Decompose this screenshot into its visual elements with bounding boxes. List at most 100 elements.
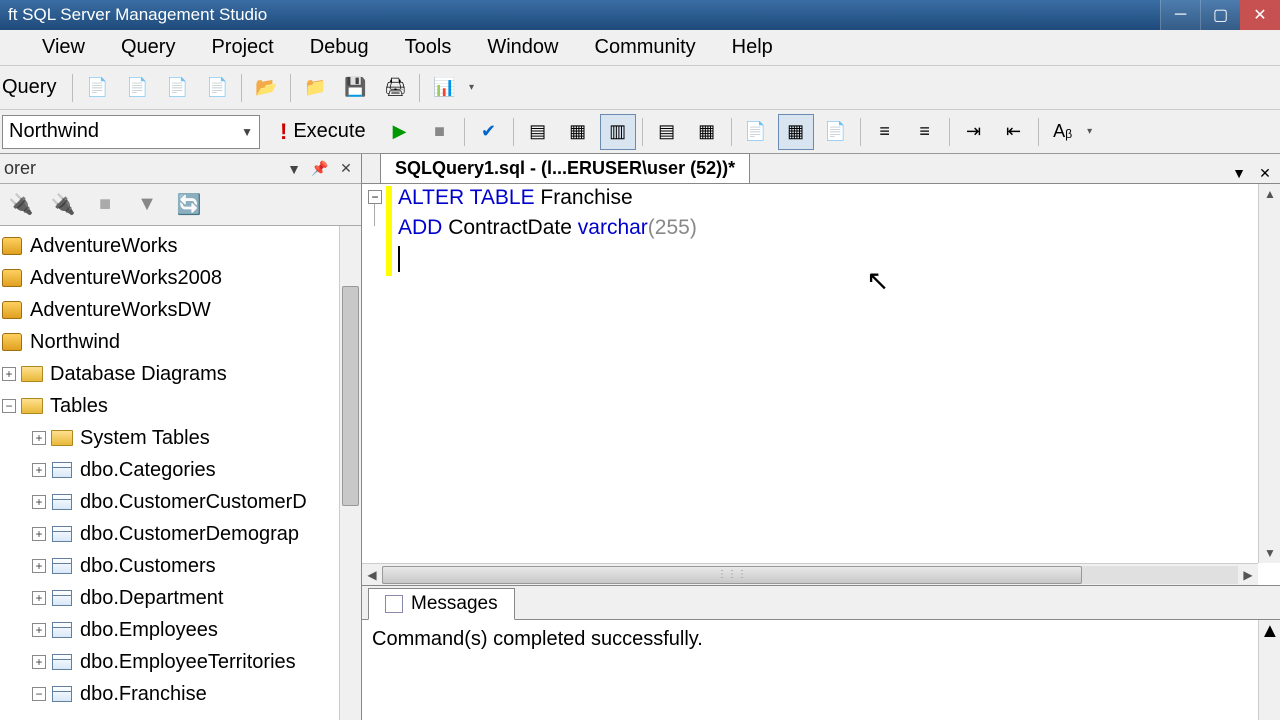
menu-window[interactable]: Window: [469, 30, 576, 65]
messages-icon: [385, 595, 403, 613]
execute-button[interactable]: ! Execute: [270, 115, 376, 149]
scrollbar-thumb[interactable]: [342, 286, 359, 506]
explorer-dropdown-icon[interactable]: ▼: [283, 159, 305, 179]
explorer-vscrollbar[interactable]: [339, 226, 361, 720]
maximize-button[interactable]: ▢: [1200, 0, 1240, 30]
explorer-tree[interactable]: AdventureWorks AdventureWorks2008 Advent…: [0, 226, 361, 720]
menu-view[interactable]: View: [24, 30, 103, 65]
specify-values-icon[interactable]: Aᵦ: [1045, 114, 1081, 150]
table-icon: [52, 558, 72, 574]
messages-vscrollbar[interactable]: ▲: [1258, 620, 1280, 720]
expand-icon[interactable]: +: [32, 495, 46, 509]
scroll-right-icon[interactable]: ▶: [1238, 565, 1258, 585]
expand-icon[interactable]: +: [32, 527, 46, 541]
results-grid-icon[interactable]: ▦: [778, 114, 814, 150]
new-xmla-icon[interactable]: 📄: [199, 70, 235, 106]
query-options-icon[interactable]: ▦: [560, 114, 596, 150]
results-text-icon[interactable]: 📄: [738, 114, 774, 150]
scroll-up-icon[interactable]: ▲: [1260, 184, 1280, 204]
table-item[interactable]: +dbo.Employees: [0, 614, 361, 646]
table-item[interactable]: +dbo.Department: [0, 582, 361, 614]
explorer-toolbar: 🔌 🔌 ■ ▼ 🔄: [0, 184, 361, 226]
menu-help[interactable]: Help: [714, 30, 791, 65]
open-folder-icon[interactable]: 📁: [297, 70, 333, 106]
filter-icon[interactable]: ▼: [130, 188, 164, 222]
new-mdx-icon[interactable]: 📄: [119, 70, 155, 106]
stop-refresh-icon[interactable]: ■: [88, 188, 122, 222]
db-item[interactable]: AdventureWorks: [0, 230, 361, 262]
execute-bang-icon: !: [280, 119, 287, 145]
table-item[interactable]: +dbo.EmployeeTerritories: [0, 646, 361, 678]
expand-icon[interactable]: +: [32, 655, 46, 669]
folder-diagrams[interactable]: +Database Diagrams: [0, 358, 361, 390]
expand-icon[interactable]: +: [32, 559, 46, 573]
display-plan-icon[interactable]: ▤: [520, 114, 556, 150]
database-select[interactable]: Northwind ▼: [2, 115, 260, 149]
explorer-pin-icon[interactable]: 📌: [309, 159, 331, 179]
menu-tools[interactable]: Tools: [387, 30, 470, 65]
include-plan-icon[interactable]: ▤: [649, 114, 685, 150]
scroll-down-icon[interactable]: ▼: [1260, 543, 1280, 563]
fold-collapse-icon[interactable]: −: [368, 190, 382, 204]
menu-query[interactable]: Query: [103, 30, 193, 65]
disconnect-icon[interactable]: 🔌: [46, 188, 80, 222]
editor-vscrollbar[interactable]: ▲ ▼: [1258, 184, 1280, 563]
table-item[interactable]: +dbo.Customers: [0, 550, 361, 582]
folder-tables[interactable]: −Tables: [0, 390, 361, 422]
toolbar-overflow-icon[interactable]: ▾: [464, 70, 478, 106]
toolbar2-overflow-icon[interactable]: ▾: [1083, 114, 1097, 150]
table-item[interactable]: +dbo.CustomerDemograp: [0, 518, 361, 550]
table-item[interactable]: +dbo.Categories: [0, 454, 361, 486]
new-file-icon[interactable]: 📄: [79, 70, 115, 106]
db-item[interactable]: AdventureWorksDW: [0, 294, 361, 326]
db-item[interactable]: Northwind: [0, 326, 361, 358]
db-item[interactable]: AdventureWorks2008: [0, 262, 361, 294]
parse-check-icon[interactable]: ✔: [471, 114, 507, 150]
tab-dropdown-icon[interactable]: ▼: [1228, 163, 1250, 183]
table-item[interactable]: +dbo.CustomerCustomerD: [0, 486, 361, 518]
new-query-label[interactable]: Query: [2, 76, 68, 99]
expand-icon[interactable]: +: [32, 623, 46, 637]
collapse-icon[interactable]: −: [2, 399, 16, 413]
messages-body[interactable]: Command(s) completed successfully. ▲: [362, 620, 1280, 720]
menu-debug[interactable]: Debug: [292, 30, 387, 65]
new-dmx-icon[interactable]: 📄: [159, 70, 195, 106]
intellisense-icon[interactable]: ▥: [600, 114, 636, 150]
change-marker: [386, 186, 392, 276]
save-icon[interactable]: 💾: [337, 70, 373, 106]
messages-tab[interactable]: Messages: [368, 588, 515, 620]
print-icon[interactable]: 🖨: [377, 70, 413, 106]
menu-project[interactable]: Project: [193, 30, 291, 65]
connect-icon[interactable]: 🔌: [4, 188, 38, 222]
expand-icon[interactable]: +: [32, 431, 46, 445]
include-stats-icon[interactable]: ▦: [689, 114, 725, 150]
expand-icon[interactable]: +: [32, 591, 46, 605]
open-file-icon[interactable]: 📂: [248, 70, 284, 106]
editor-tab[interactable]: SQLQuery1.sql - (l...ERUSER\user (52))*: [380, 153, 750, 183]
comment-icon[interactable]: ≡: [867, 114, 903, 150]
sql-editor[interactable]: − ALTER TABLE Franchise ADD ContractDate…: [362, 184, 1280, 586]
scroll-left-icon[interactable]: ◀: [362, 565, 382, 585]
database-icon: [2, 301, 22, 319]
results-file-icon[interactable]: 📄: [818, 114, 854, 150]
table-item[interactable]: −dbo.Franchise: [0, 678, 361, 710]
tab-close-icon[interactable]: ✕: [1254, 163, 1276, 183]
outdent-icon[interactable]: ⇤: [996, 114, 1032, 150]
close-button[interactable]: ✕: [1240, 0, 1280, 30]
activity-monitor-icon[interactable]: 📊: [426, 70, 462, 106]
stop-icon[interactable]: ■: [422, 114, 458, 150]
minimize-button[interactable]: ─: [1160, 0, 1200, 30]
expand-icon[interactable]: +: [32, 463, 46, 477]
menu-community[interactable]: Community: [577, 30, 714, 65]
hscroll-thumb[interactable]: ⋮⋮⋮: [382, 566, 1082, 584]
folder-system-tables[interactable]: +System Tables: [0, 422, 361, 454]
indent-icon[interactable]: ⇥: [956, 114, 992, 150]
expand-icon[interactable]: +: [2, 367, 16, 381]
refresh-icon[interactable]: 🔄: [172, 188, 206, 222]
explorer-close-icon[interactable]: ✕: [335, 159, 357, 179]
uncomment-icon[interactable]: ≡: [907, 114, 943, 150]
editor-hscrollbar[interactable]: ◀ ⋮⋮⋮ ▶: [362, 563, 1258, 585]
collapse-icon[interactable]: −: [32, 687, 46, 701]
debug-play-icon[interactable]: ▶: [382, 114, 418, 150]
scroll-up-icon[interactable]: ▲: [1260, 620, 1280, 643]
